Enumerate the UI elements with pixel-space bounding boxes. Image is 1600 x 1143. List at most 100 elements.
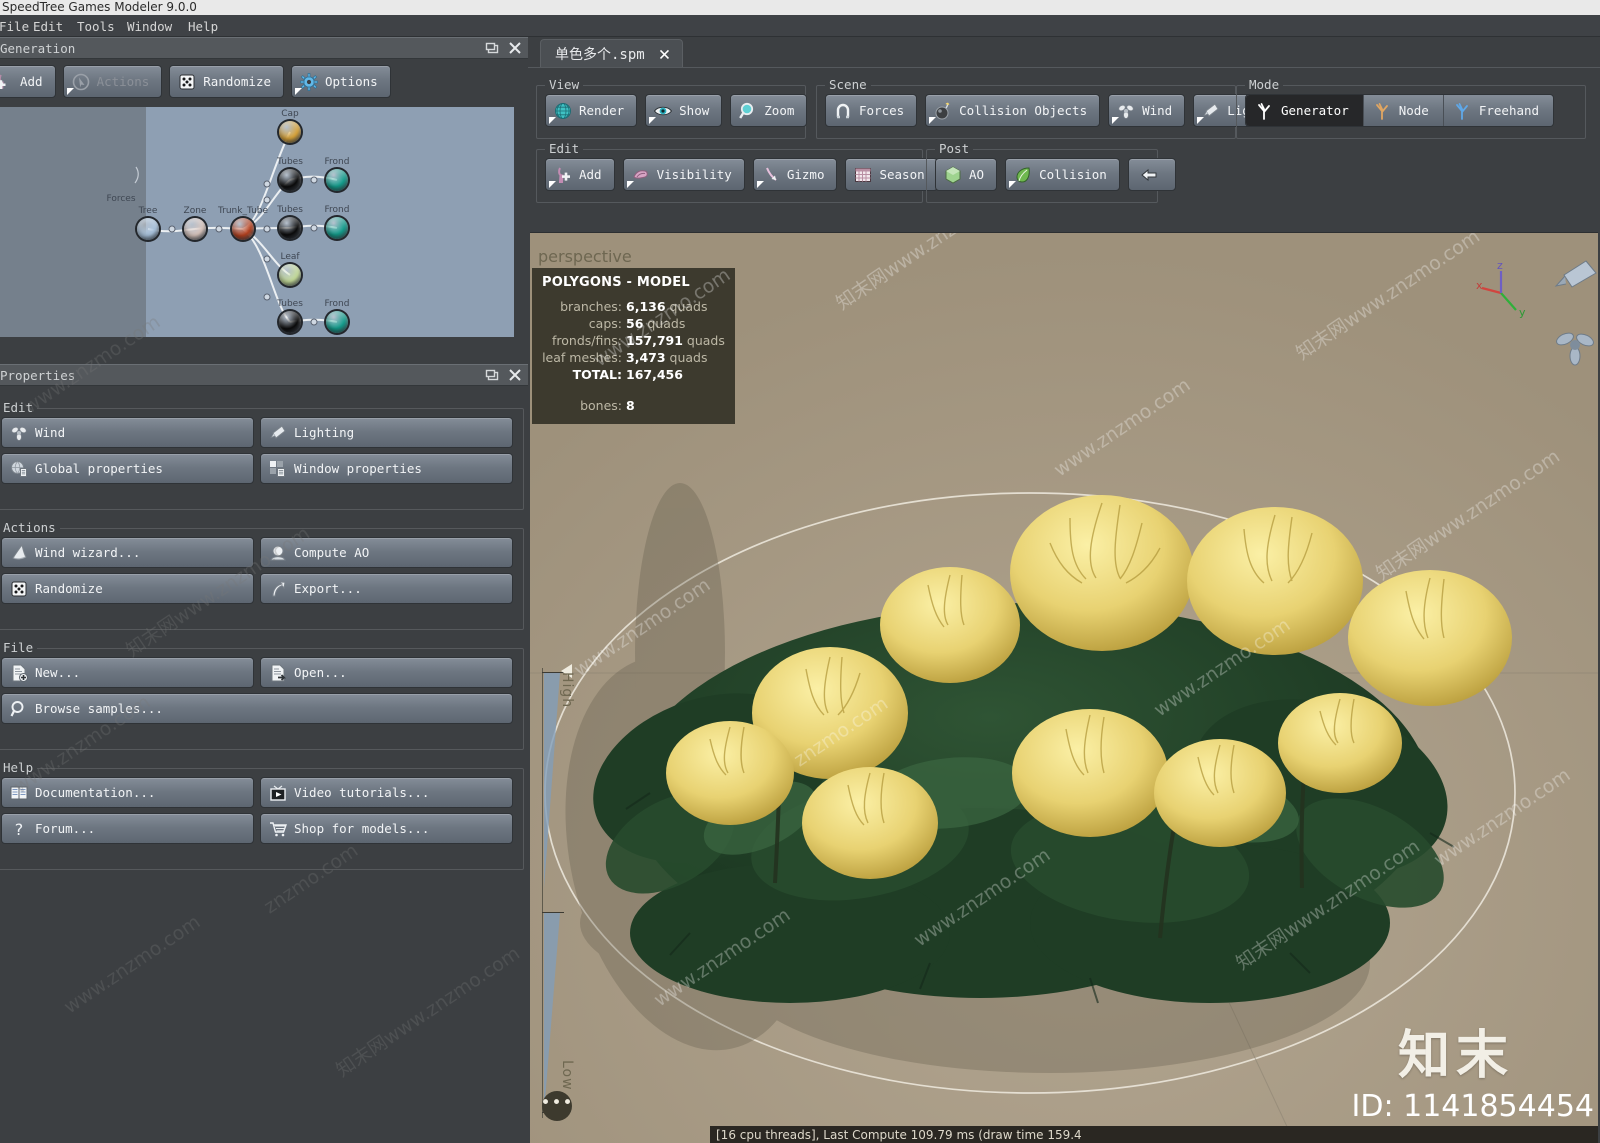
collision-post-button[interactable]: Collision xyxy=(1005,158,1120,191)
graph-connector-plug[interactable] xyxy=(310,224,318,232)
stats-row: caps: 56 quads xyxy=(542,315,725,332)
axis-label-x: x xyxy=(1476,279,1483,292)
graph-connector-plug[interactable] xyxy=(215,225,223,233)
graph-connector-plug[interactable] xyxy=(263,196,271,204)
undock-icon[interactable] xyxy=(485,367,499,381)
shop-for-models-button[interactable]: Shop for models... xyxy=(260,813,513,844)
forum-button[interactable]: ? Forum... xyxy=(1,813,254,844)
new-button[interactable]: New... xyxy=(1,657,254,688)
documentation-button[interactable]: Documentation... xyxy=(1,777,254,808)
graph-connector-plug[interactable] xyxy=(310,318,318,326)
graph-node[interactable] xyxy=(326,217,348,239)
viewport-3d[interactable]: perspective POLYGONS - MODEL branches: 6,… xyxy=(530,232,1598,1143)
menu-item-help[interactable]: Help xyxy=(183,17,223,36)
generation-graph-canvas[interactable]: Tree Zone Trunk_Tube Cap Tubes Frond Tubes Fron… xyxy=(0,107,514,337)
actions-button[interactable]: Actions xyxy=(62,65,163,98)
graph-node[interactable] xyxy=(279,121,301,143)
graph-node[interactable] xyxy=(279,311,301,333)
stats-row-value: 6,136 quads xyxy=(626,299,708,314)
wind-gizmo-icon[interactable] xyxy=(1552,323,1598,369)
graph-node[interactable] xyxy=(326,311,348,333)
graph-node[interactable] xyxy=(279,264,301,286)
forces-button[interactable]: Forces xyxy=(825,94,918,127)
sphere-shade-icon xyxy=(268,543,288,563)
graph-node[interactable] xyxy=(137,218,159,240)
graph-node[interactable] xyxy=(326,169,348,191)
lighting-button[interactable]: Lighting xyxy=(260,417,513,448)
mode-freehand-label: Freehand xyxy=(1478,103,1540,118)
collision-post-button-label: Collision xyxy=(1039,167,1107,182)
axis-gizmo[interactable]: x y z xyxy=(1466,258,1536,328)
graph-connector-plug[interactable] xyxy=(310,176,318,184)
compute-ao-button[interactable]: Compute AO xyxy=(260,537,513,568)
graph-node-label: Tubes xyxy=(277,299,303,309)
mode-generator-label: Generator xyxy=(1281,103,1349,118)
undock-icon[interactable] xyxy=(485,40,499,54)
wind-scene-button[interactable]: Wind xyxy=(1108,94,1186,127)
window-title: SpeedTree Games Modeler 9.0.0 xyxy=(2,0,197,14)
video-tutorials-button-label: Video tutorials... xyxy=(294,785,430,800)
export-button[interactable]: Export... xyxy=(260,573,513,604)
window-grid-icon xyxy=(268,459,288,479)
mode-node[interactable]: Node xyxy=(1363,95,1444,126)
zoom-button[interactable]: Zoom xyxy=(730,94,808,127)
season-button[interactable]: Season xyxy=(845,158,938,191)
graph-connector-plug[interactable] xyxy=(263,293,271,301)
tab-close-icon[interactable]: ✕ xyxy=(659,44,670,64)
options-button[interactable]: Options xyxy=(291,65,391,98)
generation-panel-title: Generation xyxy=(0,41,76,56)
season-button-label: Season xyxy=(879,167,925,182)
menu-item-window[interactable]: Window xyxy=(122,17,177,36)
group-label-scene: Scene xyxy=(825,77,871,92)
render-button[interactable]: Render xyxy=(545,94,638,127)
graph-node[interactable] xyxy=(279,217,301,239)
graph-connector-plug[interactable] xyxy=(263,180,271,188)
open-doc-icon xyxy=(268,663,288,683)
dropdown-triangle-icon xyxy=(1112,117,1120,124)
wind-scene-button-label: Wind xyxy=(1142,103,1173,118)
window-properties-button[interactable]: Window properties xyxy=(260,453,513,484)
mode-generator[interactable]: Generator xyxy=(1246,95,1364,126)
browse-samples-button[interactable]: Browse samples... xyxy=(1,693,513,724)
randomize-button[interactable]: Randomize xyxy=(169,65,284,98)
wind-button[interactable]: Wind xyxy=(1,417,254,448)
back-button[interactable] xyxy=(1127,158,1176,191)
open-button[interactable]: Open... xyxy=(260,657,513,688)
close-icon[interactable] xyxy=(508,40,522,54)
visibility-button[interactable]: Visibility xyxy=(622,158,745,191)
video-tutorials-button[interactable]: Video tutorials... xyxy=(260,777,513,808)
collision-objects-button-label: Collision Objects xyxy=(959,103,1088,118)
wizard-hat-icon xyxy=(9,543,29,563)
global-properties-button[interactable]: Global properties xyxy=(1,453,254,484)
dropdown-triangle-icon xyxy=(929,117,937,124)
add-node-button[interactable]: Add xyxy=(545,158,615,191)
graph-node[interactable] xyxy=(279,169,301,191)
lod-slider[interactable]: High Low xyxy=(536,664,576,1118)
viewport-more-options-button[interactable]: ••• xyxy=(540,1091,573,1121)
close-icon[interactable] xyxy=(508,367,522,381)
generation-panel-body: Add Actions Randomize Options Tree Zone … xyxy=(0,59,528,349)
gizmo-button[interactable]: Gizmo xyxy=(752,158,838,191)
cursor-circle-icon xyxy=(71,72,91,92)
collision-objects-button[interactable]: Collision Objects xyxy=(925,94,1101,127)
graph-connector-plug[interactable] xyxy=(263,225,271,233)
document-tab[interactable]: 单色多个.spm ✕ xyxy=(540,39,684,68)
wind-wizard-button[interactable]: Wind wizard... xyxy=(1,537,254,568)
graph-node[interactable] xyxy=(184,218,206,240)
add-button[interactable]: Add xyxy=(0,65,56,98)
shop-for-models-button-label: Shop for models... xyxy=(294,821,430,836)
randomize-action-button[interactable]: Randomize xyxy=(1,573,254,604)
light-gizmo-icon[interactable] xyxy=(1552,255,1598,301)
graph-connector-plug[interactable] xyxy=(263,255,271,263)
ao-button[interactable]: AO xyxy=(935,158,998,191)
show-button[interactable]: Show xyxy=(645,94,723,127)
menu-item-edit[interactable]: Edit xyxy=(28,17,68,36)
menu-item-tools[interactable]: Tools xyxy=(72,17,120,36)
graph-node[interactable] xyxy=(232,218,254,240)
viewport-label: perspective xyxy=(538,247,632,266)
ribbon-toolbar: View Render Show Zoom Scene Forces Colli… xyxy=(528,67,1600,233)
lod-wedge-lower xyxy=(544,913,560,1113)
graph-connector-plug[interactable] xyxy=(168,225,176,233)
mode-freehand[interactable]: Freehand xyxy=(1443,95,1554,126)
visibility-icon xyxy=(631,165,651,185)
